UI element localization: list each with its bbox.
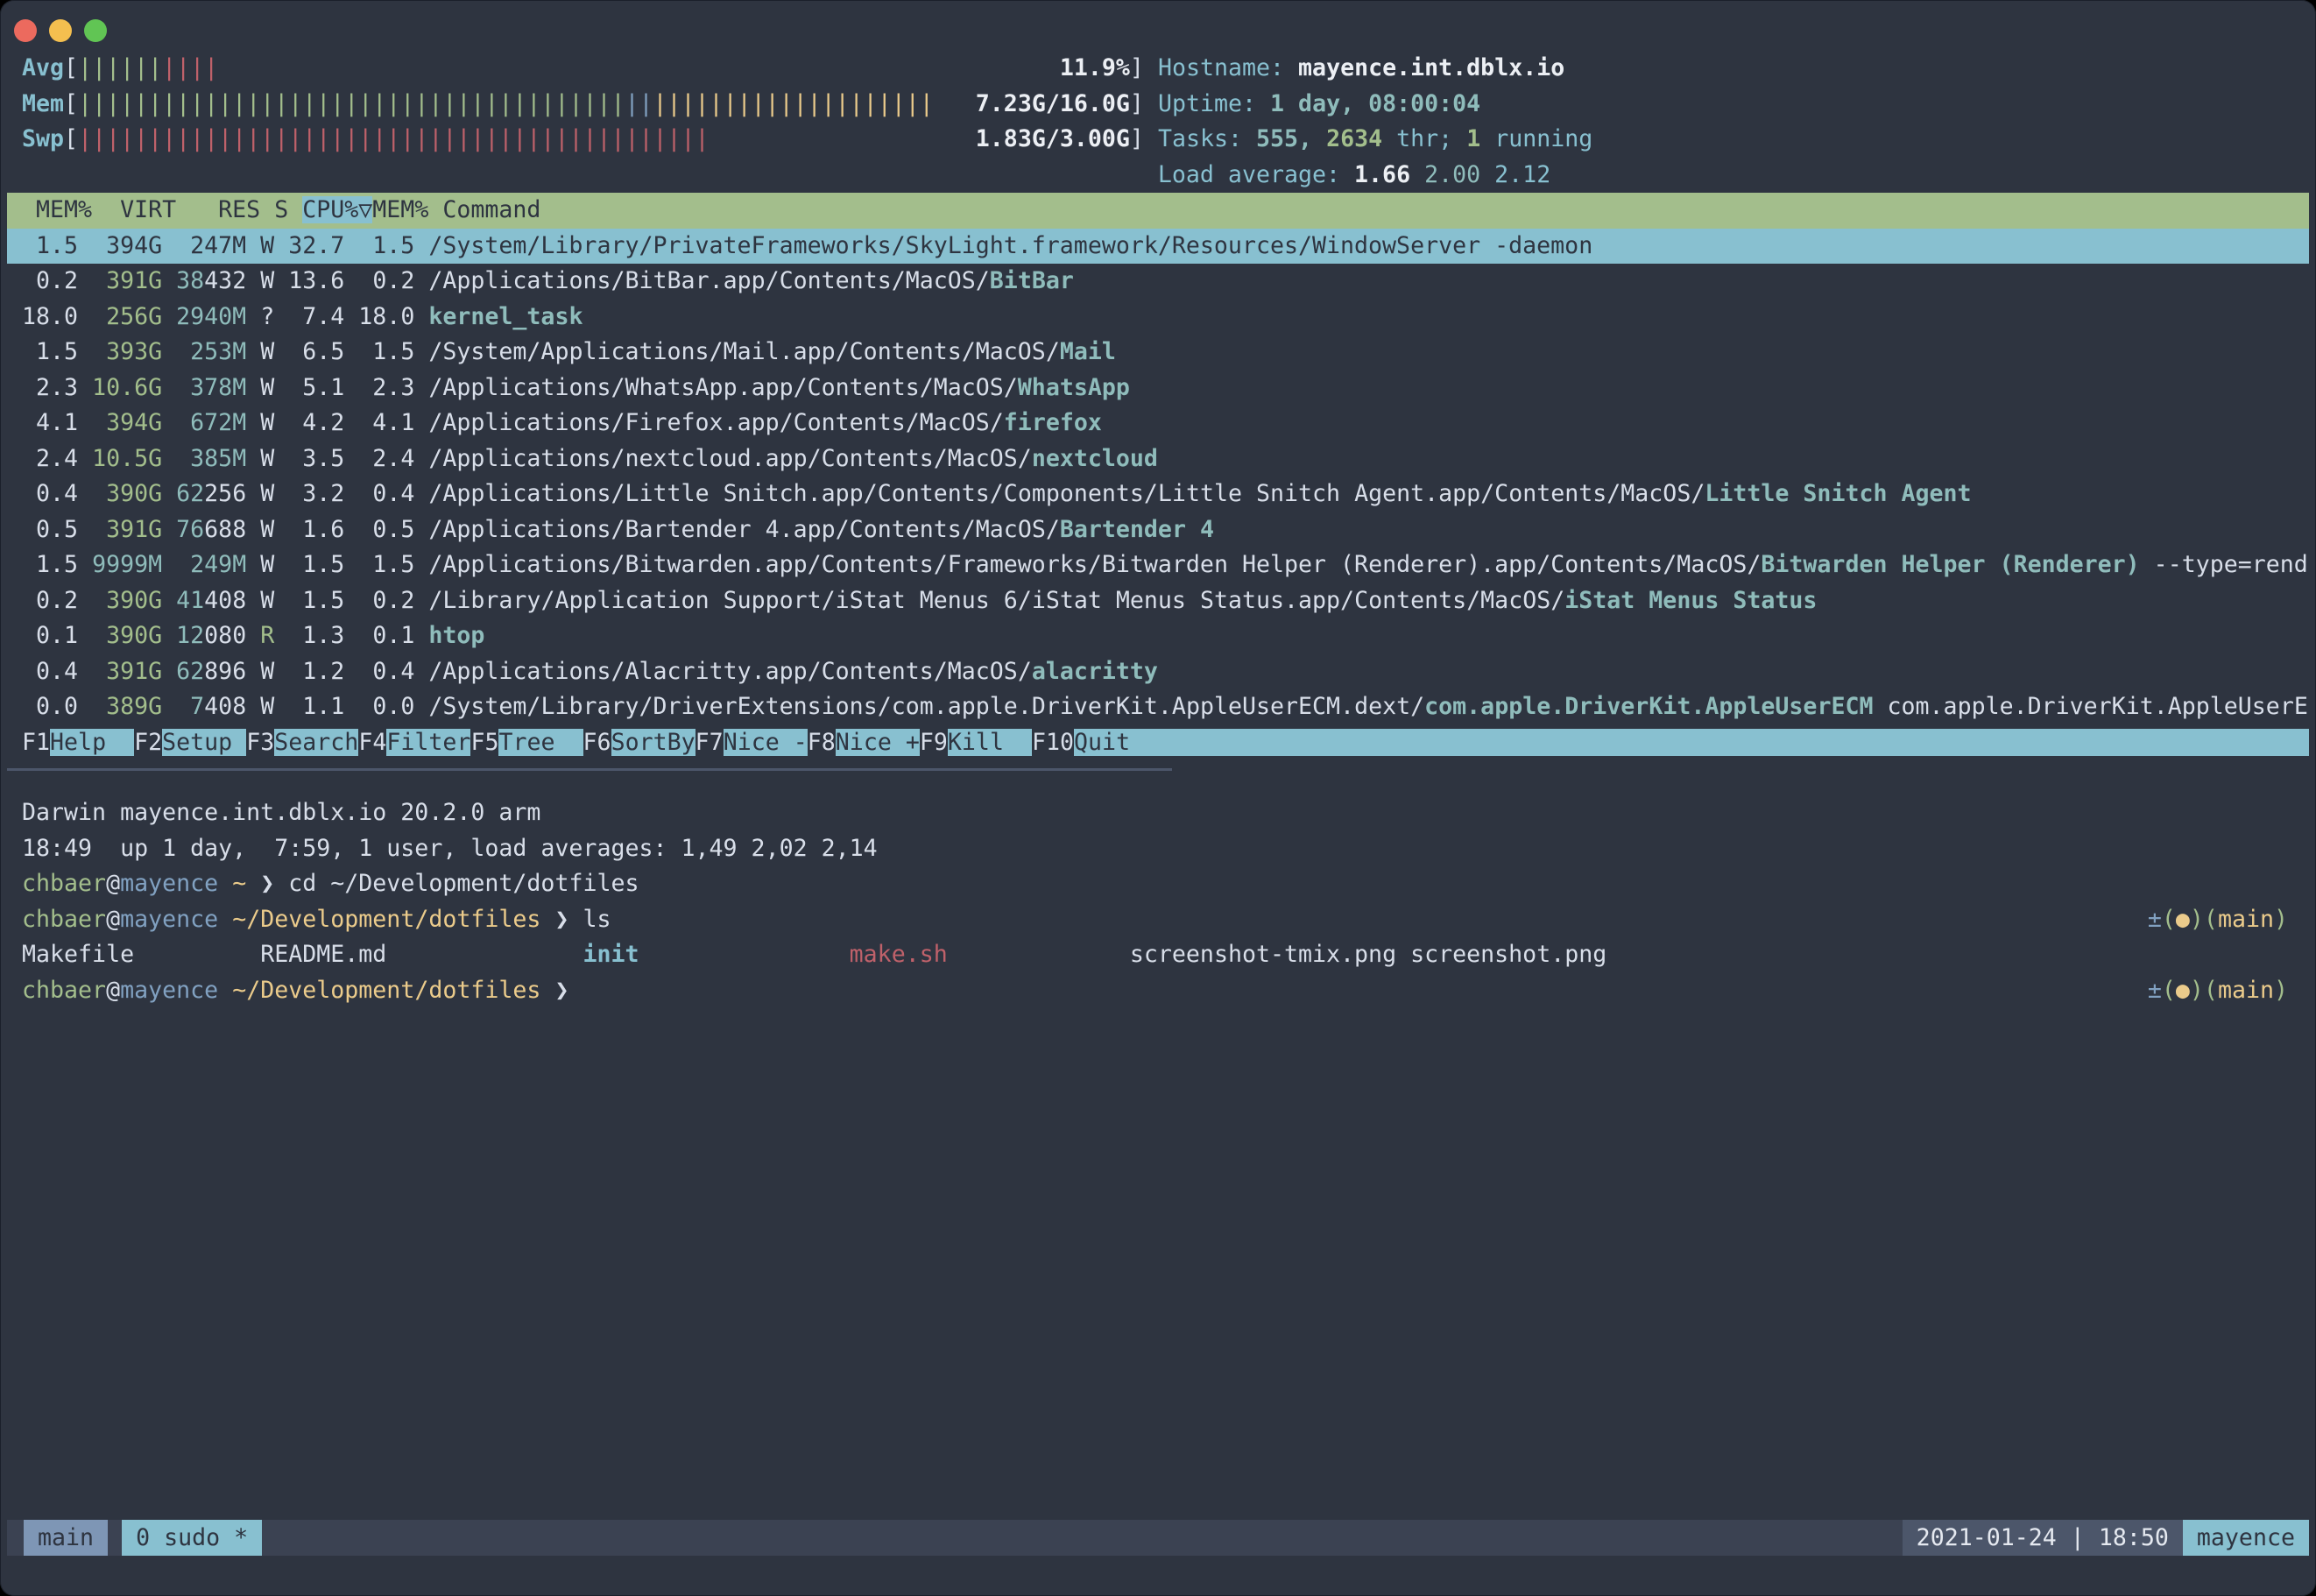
fkey-number: F4 — [358, 729, 386, 756]
fkey-tree[interactable]: Tree — [498, 729, 583, 756]
shell-pane: Darwin mayence.int.dblx.io 20.2.0 arm18:… — [7, 795, 2309, 1008]
meter-label: Avg — [22, 54, 64, 81]
tmux-session-badge[interactable]: main — [24, 1520, 108, 1556]
fkey-setup[interactable]: Setup — [162, 729, 246, 756]
status-datetime: 2021-01-24 | 18:50 — [1903, 1520, 2183, 1556]
process-row[interactable]: 1.5 9999M 249M W 1.5 1.5 /Applications/B… — [7, 547, 2309, 583]
tmux-window-tab[interactable]: 0 sudo * — [122, 1520, 262, 1556]
fkey-number: F2 — [134, 729, 162, 756]
zoom-button[interactable] — [84, 19, 107, 42]
meter-label: Mem — [22, 90, 64, 117]
fkey-help[interactable]: Help — [50, 729, 134, 756]
process-row[interactable]: 18.0 256G 2940M ? 7.4 18.0 kernel_task — [7, 300, 2309, 335]
process-row[interactable]: 1.5 394G 247M W 32.7 1.5 /System/Library… — [7, 229, 2309, 265]
fkey-number: F5 — [470, 729, 498, 756]
git-status-right-prompt: ±(●)(main) — [2148, 902, 2288, 938]
fkey-filter[interactable]: Filter — [386, 729, 470, 756]
meter-value: 1.83G/3.00G — [976, 125, 1130, 152]
git-status-right-prompt: ±(●)(main) — [2148, 973, 2288, 1009]
tmux-status-bar: main 0 sudo * 2021-01-24 | 18:50 mayence — [7, 1520, 2309, 1556]
load-average-line: Load average: 1.66 2.00 2.12 — [7, 158, 2309, 194]
fkey-number: F8 — [808, 729, 836, 756]
shell-line: 18:49 up 1 day, 7:59, 1 user, load avera… — [7, 831, 2309, 867]
fkey-nice-[interactable]: Nice + — [836, 729, 920, 756]
meter-bars: |||| — [162, 54, 218, 81]
shell-line: Darwin mayence.int.dblx.io 20.2.0 arm — [7, 795, 2309, 831]
fkey-number: F3 — [246, 729, 274, 756]
meter-value: 7.23G/16.0G — [976, 90, 1130, 117]
process-row[interactable]: 0.1 390G 12080 R 1.3 0.1 htop — [7, 618, 2309, 654]
minimize-button[interactable] — [49, 19, 72, 42]
fkey-number: F6 — [583, 729, 611, 756]
meter-line-mem: Mem[||||||||||||||||||||||||||||||||||||… — [7, 87, 2309, 123]
fkey-search[interactable]: Search — [274, 729, 358, 756]
status-hostname-badge: mayence — [2183, 1520, 2309, 1556]
terminal-window: Avg[|||||||||| 11.9%] Hostname: mayence.… — [0, 0, 2316, 1596]
meter-bars: ||||||||||||||||||||||||||||||||||||||| — [78, 90, 625, 117]
shell-line: Makefile README.md init make.sh screensh… — [7, 937, 2309, 973]
meter-label: Swp — [22, 125, 64, 152]
fkey-number: F9 — [920, 729, 948, 756]
process-row[interactable]: 0.2 391G 38432 W 13.6 0.2 /Applications/… — [7, 264, 2309, 300]
fkey-number: F10 — [1032, 729, 1074, 756]
fkey-kill[interactable]: Kill — [948, 729, 1032, 756]
htop-pane: Avg[|||||||||| 11.9%] Hostname: mayence.… — [7, 51, 2309, 760]
process-row[interactable]: 0.4 391G 62896 W 1.2 0.4 /Applications/A… — [7, 654, 2309, 690]
meter-bars: |||||||||||||||||||| — [653, 90, 934, 117]
htop-table-header[interactable]: MEM% VIRT RES S CPU%▽MEM% Command — [7, 193, 2309, 229]
fkey-quit[interactable]: Quit — [1074, 729, 2309, 756]
process-row[interactable]: 0.2 390G 41408 W 1.5 0.2 /Library/Applic… — [7, 583, 2309, 619]
process-row[interactable]: 4.1 394G 672M W 4.2 4.1 /Applications/Fi… — [7, 406, 2309, 441]
shell-line: chbaer@mayence ~/Development/dotfiles ❯ … — [7, 902, 2309, 938]
process-row[interactable]: 0.4 390G 62256 W 3.2 0.4 /Applications/L… — [7, 477, 2309, 512]
process-row[interactable]: 1.5 393G 253M W 6.5 1.5 /System/Applicat… — [7, 335, 2309, 371]
close-button[interactable] — [14, 19, 37, 42]
fkey-number: F7 — [696, 729, 724, 756]
process-row[interactable]: 2.4 10.5G 385M W 3.5 2.4 /Applications/n… — [7, 441, 2309, 477]
meter-bars: ||||||||||||||||||||||||||||||||||||||||… — [78, 125, 710, 152]
meter-line-swp: Swp[||||||||||||||||||||||||||||||||||||… — [7, 122, 2309, 158]
fkey-nice-[interactable]: Nice - — [724, 729, 808, 756]
shell-line: chbaer@mayence ~/Development/dotfiles ❯±… — [7, 973, 2309, 1009]
shell-line: chbaer@mayence ~ ❯ cd ~/Development/dotf… — [7, 866, 2309, 902]
meter-bars: || — [625, 90, 653, 117]
process-row[interactable]: 0.0 389G 7408 W 1.1 0.0 /System/Library/… — [7, 689, 2309, 725]
meter-value: 11.9% — [1060, 54, 1130, 81]
process-row[interactable]: 0.5 391G 76688 W 1.6 0.5 /Applications/B… — [7, 512, 2309, 548]
screenshot-stage: Avg[|||||||||| 11.9%] Hostname: mayence.… — [0, 0, 2316, 1596]
process-row[interactable]: 2.3 10.6G 378M W 5.1 2.3 /Applications/W… — [7, 371, 2309, 406]
tmux-pane-divider[interactable] — [7, 768, 1172, 771]
fkey-sortby[interactable]: SortBy — [611, 729, 696, 756]
meter-line-avg: Avg[|||||||||| 11.9%] Hostname: mayence.… — [7, 51, 2309, 87]
fkey-bar: F1Help F2Setup F3SearchF4FilterF5Tree F6… — [7, 725, 2309, 761]
fkey-number: F1 — [22, 729, 50, 756]
meter-bars: |||||| — [78, 54, 162, 81]
